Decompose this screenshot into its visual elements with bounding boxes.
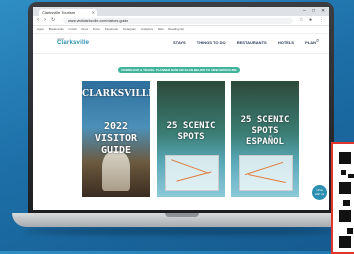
search-icon[interactable]: ⌕	[316, 38, 319, 45]
minimize-icon[interactable]: –	[303, 8, 306, 14]
bookmarks-bar: Apps Bookmarks Gmail Docs Drive Facebook…	[33, 26, 329, 34]
scenic-spots-card[interactable]: 25 SCENIC SPOTS	[157, 81, 225, 197]
nav-item-restaurants[interactable]: RESTAURANTS	[237, 40, 267, 45]
card-title: CLARKSVILLE	[82, 89, 150, 99]
waterfall-image	[102, 151, 130, 191]
scenic-spots-espanol-card[interactable]: 25 SCENIC SPOTS ESPAÑOL	[231, 81, 299, 197]
nav-item-things-to-do[interactable]: THINGS TO DO	[197, 40, 226, 45]
profile-icon[interactable]: ●	[309, 17, 312, 24]
nav-item-stays[interactable]: STAYS	[173, 40, 186, 45]
bookmark-item[interactable]: Drive	[93, 27, 100, 31]
card-title: 25 SCENIC SPOTS ESPAÑOL	[240, 115, 290, 147]
laptop-notch	[165, 213, 199, 217]
laptop-screen: Clarksville Tourism ✕ – □ ✕ ‹ › ↻ www.vi…	[33, 7, 329, 210]
laptop-base	[12, 213, 350, 227]
menu-icon[interactable]: ⋮	[319, 17, 324, 24]
nav-item-hotels[interactable]: HOTELS	[278, 40, 294, 45]
bookmark-item[interactable]: Reading list	[168, 27, 184, 31]
map-image	[239, 155, 293, 191]
browser-tab[interactable]: Clarksville Tourism ✕	[39, 9, 97, 16]
bookmark-item[interactable]: Apps	[37, 27, 44, 31]
chat-badge[interactable]: Chat with us	[312, 185, 327, 200]
address-bar: ‹ › ↻ www.visitclarksville.com/visitors-…	[33, 16, 329, 26]
tab-title: Clarksville Tourism	[42, 10, 76, 15]
laptop-shadow	[25, 227, 337, 235]
close-tab-icon[interactable]: ✕	[92, 9, 95, 16]
url-field[interactable]: www.visitclarksville.com/visitors-guide	[63, 17, 293, 24]
star-icon[interactable]: ☆	[299, 17, 303, 24]
visitor-guide-card[interactable]: CLARKSVILLE 2022 VISITOR GUIDE	[82, 81, 150, 197]
qr-code	[331, 142, 354, 254]
card-subtitle: 2022 VISITOR GUIDE	[94, 121, 138, 156]
site-nav: STAYS THINGS TO DO RESTAURANTS HOTELS PL…	[173, 40, 326, 45]
site-logo[interactable]: Clarksville	[57, 40, 89, 46]
bookmark-item[interactable]: Facebook	[105, 27, 118, 31]
map-image	[165, 155, 219, 191]
bookmark-item[interactable]: Docs	[81, 27, 88, 31]
card-title: 25 SCENIC SPOTS	[166, 121, 216, 142]
bookmark-item[interactable]: Mail	[158, 27, 164, 31]
bookmark-item[interactable]: Bookmarks	[49, 27, 64, 31]
reload-icon[interactable]: ↻	[51, 17, 55, 24]
browser-tab-bar: Clarksville Tourism ✕ – □ ✕	[33, 7, 329, 16]
site-header: VISIT Clarksville STAYS THINGS TO DO RES…	[33, 34, 329, 54]
back-icon[interactable]: ‹	[37, 17, 39, 24]
forward-icon[interactable]: ›	[44, 17, 46, 24]
bookmark-item[interactable]: Analytics	[141, 27, 153, 31]
bookmark-item[interactable]: Gmail	[69, 27, 77, 31]
close-window-icon[interactable]: ✕	[321, 8, 325, 14]
nav-item-plan[interactable]: PLAN	[305, 40, 316, 45]
maximize-icon[interactable]: □	[312, 8, 315, 14]
bookmark-item[interactable]: Instagram	[123, 27, 136, 31]
download-banner[interactable]: DOWNLOAD & TRAVEL PLANNER NOW OR SCAN BE…	[118, 67, 240, 73]
